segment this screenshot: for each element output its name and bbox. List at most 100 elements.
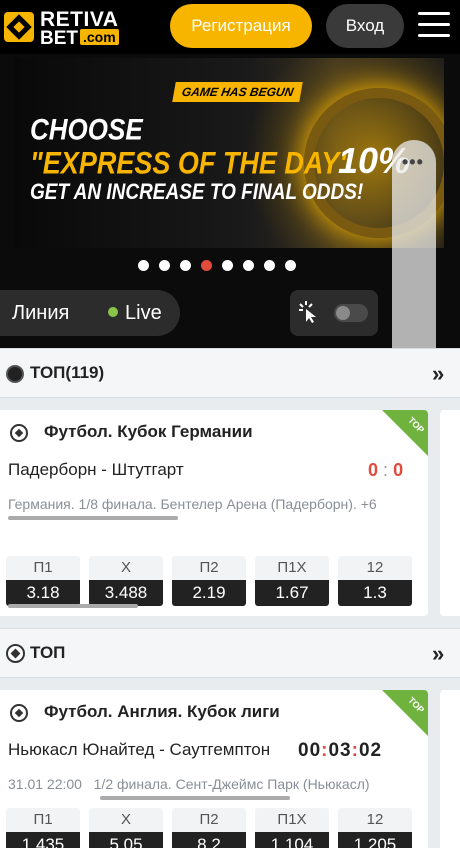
odd-label: П1Х (255, 556, 329, 580)
carousel-dot[interactable] (138, 260, 149, 271)
text-scrollbar (8, 516, 178, 520)
more-dots-icon[interactable]: ••• (402, 152, 424, 173)
odd-value: 1.3 (338, 580, 412, 606)
event-subtitle: 1/2 финала. Сент-Джеймс Парк (Ньюкасл) (93, 776, 370, 792)
section-title: ТОП(119) (30, 363, 105, 382)
click-sparkle-icon[interactable] (298, 300, 320, 324)
carousel-dot[interactable] (159, 260, 170, 271)
live-dot-icon (108, 307, 118, 317)
timer-seconds: 02 (358, 740, 383, 761)
odd-value: 8.2 (172, 832, 246, 848)
score-home: 0 (368, 460, 379, 480)
logo[interactable]: RETIVA BET .com (4, 6, 138, 49)
teams[interactable]: Ньюкасл Юнайтед - Саутгемптон (8, 740, 298, 760)
banner-area: GAME HAS BEGUN CHOOSE "EXPRESS OF THE DA… (0, 54, 460, 348)
promo-banner[interactable]: GAME HAS BEGUN CHOOSE "EXPRESS OF THE DA… (14, 58, 444, 248)
tab-live-label: Live (125, 302, 162, 324)
carousel-dot[interactable] (243, 260, 254, 271)
odd-value: 3.488 (89, 580, 163, 606)
next-card-edge[interactable] (440, 410, 460, 616)
odd-button[interactable]: 12 1.205 (338, 808, 412, 848)
event-datetime: 31.01 22:00 1/2 финала. Сент-Джеймс Парк… (8, 776, 370, 792)
timer-hours: 00 (298, 740, 322, 761)
odd-button[interactable]: Х 5.05 (89, 808, 163, 848)
odd-label: Х (89, 556, 163, 580)
teams[interactable]: Падерборн - Штутгарт (8, 460, 184, 480)
live-toggle[interactable] (334, 304, 368, 322)
match-timer: 00:03:02 (298, 740, 383, 761)
banner-headline-2: "EXPRESS OF THE DAY" (30, 145, 353, 181)
section-header-top-2[interactable]: ТОП » (0, 628, 460, 678)
top-icon (6, 365, 24, 383)
odd-value: 1.205 (338, 832, 412, 848)
odds-row: П1 1.435 Х 5.05 П2 8.2 П1Х 1.104 12 1.205 (6, 808, 412, 848)
league-title: Футбол. Англия. Кубок лиги (44, 702, 280, 721)
odds-row: П1 3.18 Х 3.488 П2 2.19 П1Х 1.67 12 1.3 (6, 556, 412, 606)
section-title: ТОП (30, 643, 66, 662)
banner-headline-1: CHOOSE (30, 111, 143, 147)
odd-label: П2 (172, 808, 246, 832)
odd-value: 3.18 (6, 580, 80, 606)
odd-label: П1Х (255, 808, 329, 832)
odd-label: 12 (338, 556, 412, 580)
page: RETIVA BET .com Регистрация Вход GAME HAS… (0, 0, 460, 848)
login-button[interactable]: Вход (326, 4, 404, 48)
carousel-dot[interactable] (180, 260, 191, 271)
carousel-dots (138, 260, 296, 271)
section-header-top[interactable]: ТОП(119) » (0, 348, 460, 398)
banner-tag: GAME HAS BEGUN (172, 82, 304, 102)
chevron-right-double-icon[interactable]: » (432, 361, 444, 387)
tab-line[interactable]: Линия (12, 302, 69, 325)
header: RETIVA BET .com Регистрация Вход (0, 0, 460, 54)
carousel-dot[interactable] (201, 260, 212, 271)
odds-scrollbar (8, 604, 138, 608)
score-away: 0 (393, 460, 404, 480)
odd-button[interactable]: 12 1.3 (338, 556, 412, 606)
league-title: Футбол. Кубок Германии (44, 422, 253, 441)
odd-button[interactable]: П1Х 1.104 (255, 808, 329, 848)
toggle-knob (336, 306, 350, 320)
banner-headline-3: GET AN INCREASE TO FINAL ODDS! (30, 180, 364, 205)
football-icon (6, 644, 25, 663)
next-card-edge[interactable] (440, 690, 460, 848)
event-subtitle: Германия. 1/8 финала. Бентелер Арена (Па… (8, 496, 377, 512)
hamburger-menu-icon[interactable] (418, 12, 450, 38)
top-badge (382, 410, 428, 458)
logo-bet: BET (40, 28, 78, 49)
top-badge (382, 690, 428, 738)
chevron-right-double-icon[interactable]: » (432, 641, 444, 667)
tab-live[interactable]: Live (108, 302, 162, 325)
carousel-dot[interactable] (285, 260, 296, 271)
carousel-dot[interactable] (264, 260, 275, 271)
logo-text-bottom: BET .com (40, 28, 119, 50)
odd-button[interactable]: П1Х 1.67 (255, 556, 329, 606)
odd-value: 1.104 (255, 832, 329, 848)
odd-button[interactable]: П1 3.18 (6, 556, 80, 606)
text-scrollbar (100, 796, 290, 800)
logo-com: .com (80, 29, 119, 45)
timer-minutes: 03 (328, 740, 352, 761)
odd-value: 1.67 (255, 580, 329, 606)
football-icon (10, 424, 28, 442)
event-card[interactable]: TOP Футбол. Англия. Кубок лиги Ньюкасл Ю… (0, 690, 428, 848)
football-icon (10, 704, 28, 722)
odd-button[interactable]: Х 3.488 (89, 556, 163, 606)
filter-toggle-box (290, 290, 378, 336)
odd-value: 2.19 (172, 580, 246, 606)
carousel-dot[interactable] (222, 260, 233, 271)
event-date: 31.01 22:00 (8, 776, 82, 792)
line-live-tabs: Линия Live (0, 290, 180, 336)
odd-button[interactable]: П2 8.2 (172, 808, 246, 848)
score: 0 : 0 (368, 460, 404, 480)
odd-label: Х (89, 808, 163, 832)
odd-button[interactable]: П1 1.435 (6, 808, 80, 848)
logo-icon (4, 12, 34, 42)
odd-label: П1 (6, 556, 80, 580)
event-card[interactable]: TOP Футбол. Кубок Германии Падерборн - Ш… (0, 410, 428, 616)
odd-button[interactable]: П2 2.19 (172, 556, 246, 606)
odd-label: 12 (338, 808, 412, 832)
register-button[interactable]: Регистрация (170, 4, 312, 48)
odd-label: П1 (6, 808, 80, 832)
odd-value: 5.05 (89, 832, 163, 848)
odd-label: П2 (172, 556, 246, 580)
